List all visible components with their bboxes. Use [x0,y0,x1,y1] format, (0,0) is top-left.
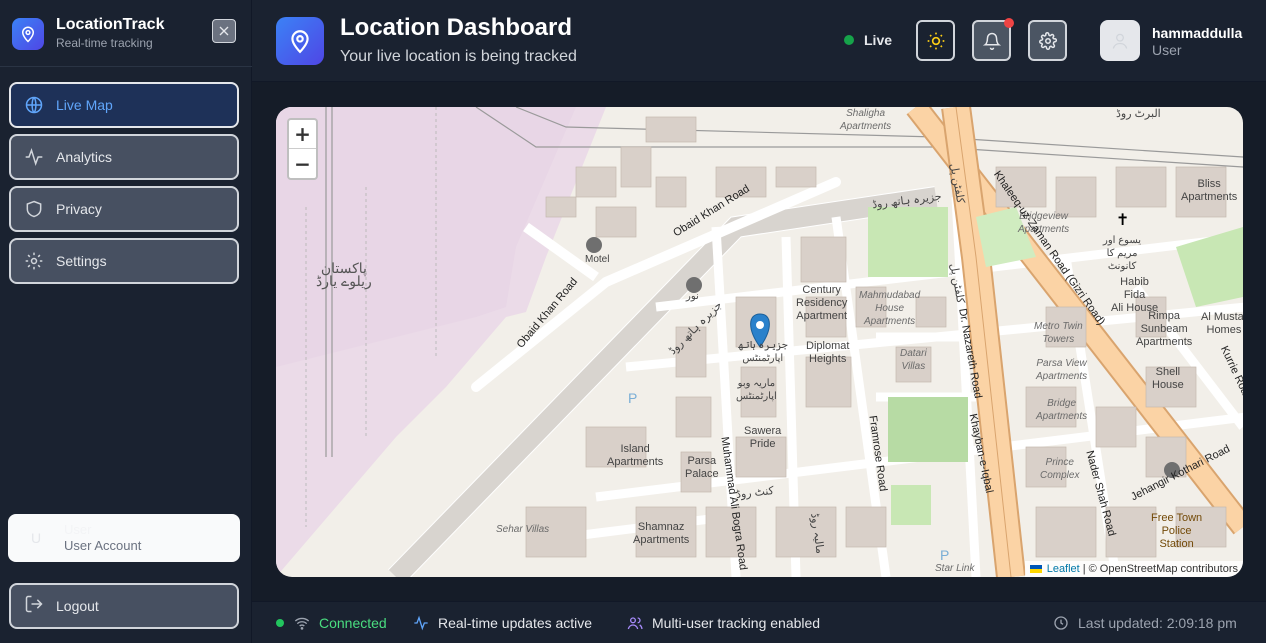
map-label-shaligha: Shaligha Apartments [840,108,892,132]
sidebar-item-label: Analytics [56,149,113,165]
map-label-diplomat: Diplomat Heights [806,340,850,365]
logout-label: Logout [56,598,99,614]
realtime-status: Real-time updates active [412,615,592,631]
users-icon [626,615,644,631]
map-label-bliss: Bliss Apartments [1181,178,1238,203]
sidebar-item-label: Settings [56,253,107,269]
brand: LocationTrack Real-time tracking [12,16,164,51]
wifi-icon [293,615,311,631]
close-icon [219,26,229,36]
map-label-prince-complex: Prince Complex [1040,457,1080,481]
live-dot-icon [844,35,854,45]
sidebar-item-label: Live Map [56,97,113,113]
map-label-metro-twin: Metro Twin Towers [1034,321,1083,345]
map-label-star-link: Star Link [935,563,975,574]
map-label-urdu: یسوع اور مریم کا کانونٹ [1103,235,1142,272]
map-label-island: Island Apartments [607,443,664,468]
realtime-label: Real-time updates active [438,615,593,631]
leaflet-link[interactable]: Leaflet [1047,563,1080,575]
map-label-urdu: ماریہ وبو اپارٹمنٹس [736,378,777,402]
gear-icon [1038,31,1057,50]
map-pin-icon [276,17,324,65]
notifications-button[interactable] [972,18,1014,61]
sidebar-item-settings[interactable]: Settings [9,238,239,284]
zoom-in-button[interactable]: + [289,120,316,149]
map-attribution: Leaflet | © OpenStreetMap contributors [1024,561,1243,577]
sidebar-item-analytics[interactable]: Analytics [9,134,239,180]
app-subtitle: Real-time tracking [56,36,153,50]
multiuser-status: Multi-user tracking enabled [626,615,820,631]
zoom-out-button[interactable]: − [289,149,316,178]
connected-dot-icon [276,619,284,627]
notification-dot [1004,18,1014,28]
activity-icon [24,147,44,167]
user-icon [1112,33,1128,49]
globe-icon [24,95,44,115]
map-pin-icon [12,17,44,50]
sidebar: LocationTrack Real-time tracking Live Ma… [0,0,252,643]
profile-name: hammaddulla [1152,25,1243,41]
map-label-shell-house: Shell House [1152,366,1184,391]
page-subtitle: Your live location is being tracked [340,48,577,65]
map-label-sehar: Sehar Villas [496,524,550,535]
gear-icon [24,251,44,271]
logout-icon [24,594,44,619]
svg-text:P: P [940,547,949,563]
theme-toggle-button[interactable] [916,20,955,61]
live-label: Live [864,32,893,48]
page-title: Location Dashboard [340,14,573,41]
avatar: U [30,530,42,546]
map-label-parsa-view: Parsa View Apartments [1036,358,1088,382]
profile-role: User [1152,42,1182,58]
divider [0,66,252,67]
map-label-century: Century Residency Apartment [796,284,848,322]
map-label-urdu: نور [686,291,699,302]
connection-status: Connected [276,615,387,631]
map-label-sawera: Sawera Pride [744,425,782,450]
app-title: LocationTrack [56,16,165,33]
sidebar-item-privacy[interactable]: Privacy [9,186,239,232]
map-label-mahmudabad: Mahmudabad House Apartments [859,290,921,327]
map-label-parsa-palace: Parsa Palace [685,455,719,480]
zoom-control: + − [287,118,318,180]
attribution-text: | © OpenStreetMap contributors [1082,563,1238,575]
activity-icon [412,615,430,631]
ukraine-flag-icon [1029,565,1042,573]
svg-text:✝: ✝ [1116,210,1129,229]
shield-icon [24,199,44,219]
connected-label: Connected [319,615,387,631]
sun-icon [927,32,944,49]
live-status: Live [844,32,892,48]
logout-button[interactable]: Logout [9,583,239,629]
map-label-railway-yard: پاکستان ریلوے یارڈ [316,260,372,289]
map-label-bridge-apts: Bridge Apartments [1036,398,1088,422]
user-name: User [64,522,92,537]
sidebar-item-label: Privacy [56,201,102,217]
map-label-urdu: البرٹ روڈ [1116,108,1161,120]
sidebar-nav: Live Map Analytics Privacy Settings [9,82,239,290]
status-bar: Connected Real-time updates active Multi… [252,601,1266,643]
sidebar-item-live-map[interactable]: Live Map [9,82,239,128]
map-label-motel: Motel [585,254,610,265]
user-account-card[interactable]: U User User Account [8,514,240,562]
last-updated-label: Last updated: 2:09:18 pm [1078,615,1237,631]
live-map[interactable]: P P ✝ Obaid Khan Road Obaid Khan Road پا… [276,107,1243,577]
multiuser-label: Multi-user tracking enabled [652,615,821,631]
map-label-datari: Datari Villas [900,348,927,372]
settings-button[interactable] [1028,20,1067,61]
clock-icon [1052,615,1070,631]
header: Location Dashboard Your live location is… [252,0,1266,82]
map-label-al-mustafa: Al Mustaf Homes [1201,311,1243,336]
map-label-shamnaz: Shamnaz Apartments [633,521,690,546]
avatar[interactable] [1100,20,1140,61]
bell-icon [982,32,1001,50]
svg-text:P: P [628,390,637,406]
user-role: User Account [64,538,142,553]
map-label-urdu: جزیرہ ہاتھ اپارٹمنٹس [738,340,788,364]
map-label-free-town: Free Town Police Station [1151,512,1203,550]
map-label-rimpa: Rimpa Sunbeam Apartments [1136,310,1193,348]
close-sidebar-button[interactable] [212,19,236,43]
last-updated: Last updated: 2:09:18 pm [1052,615,1237,631]
